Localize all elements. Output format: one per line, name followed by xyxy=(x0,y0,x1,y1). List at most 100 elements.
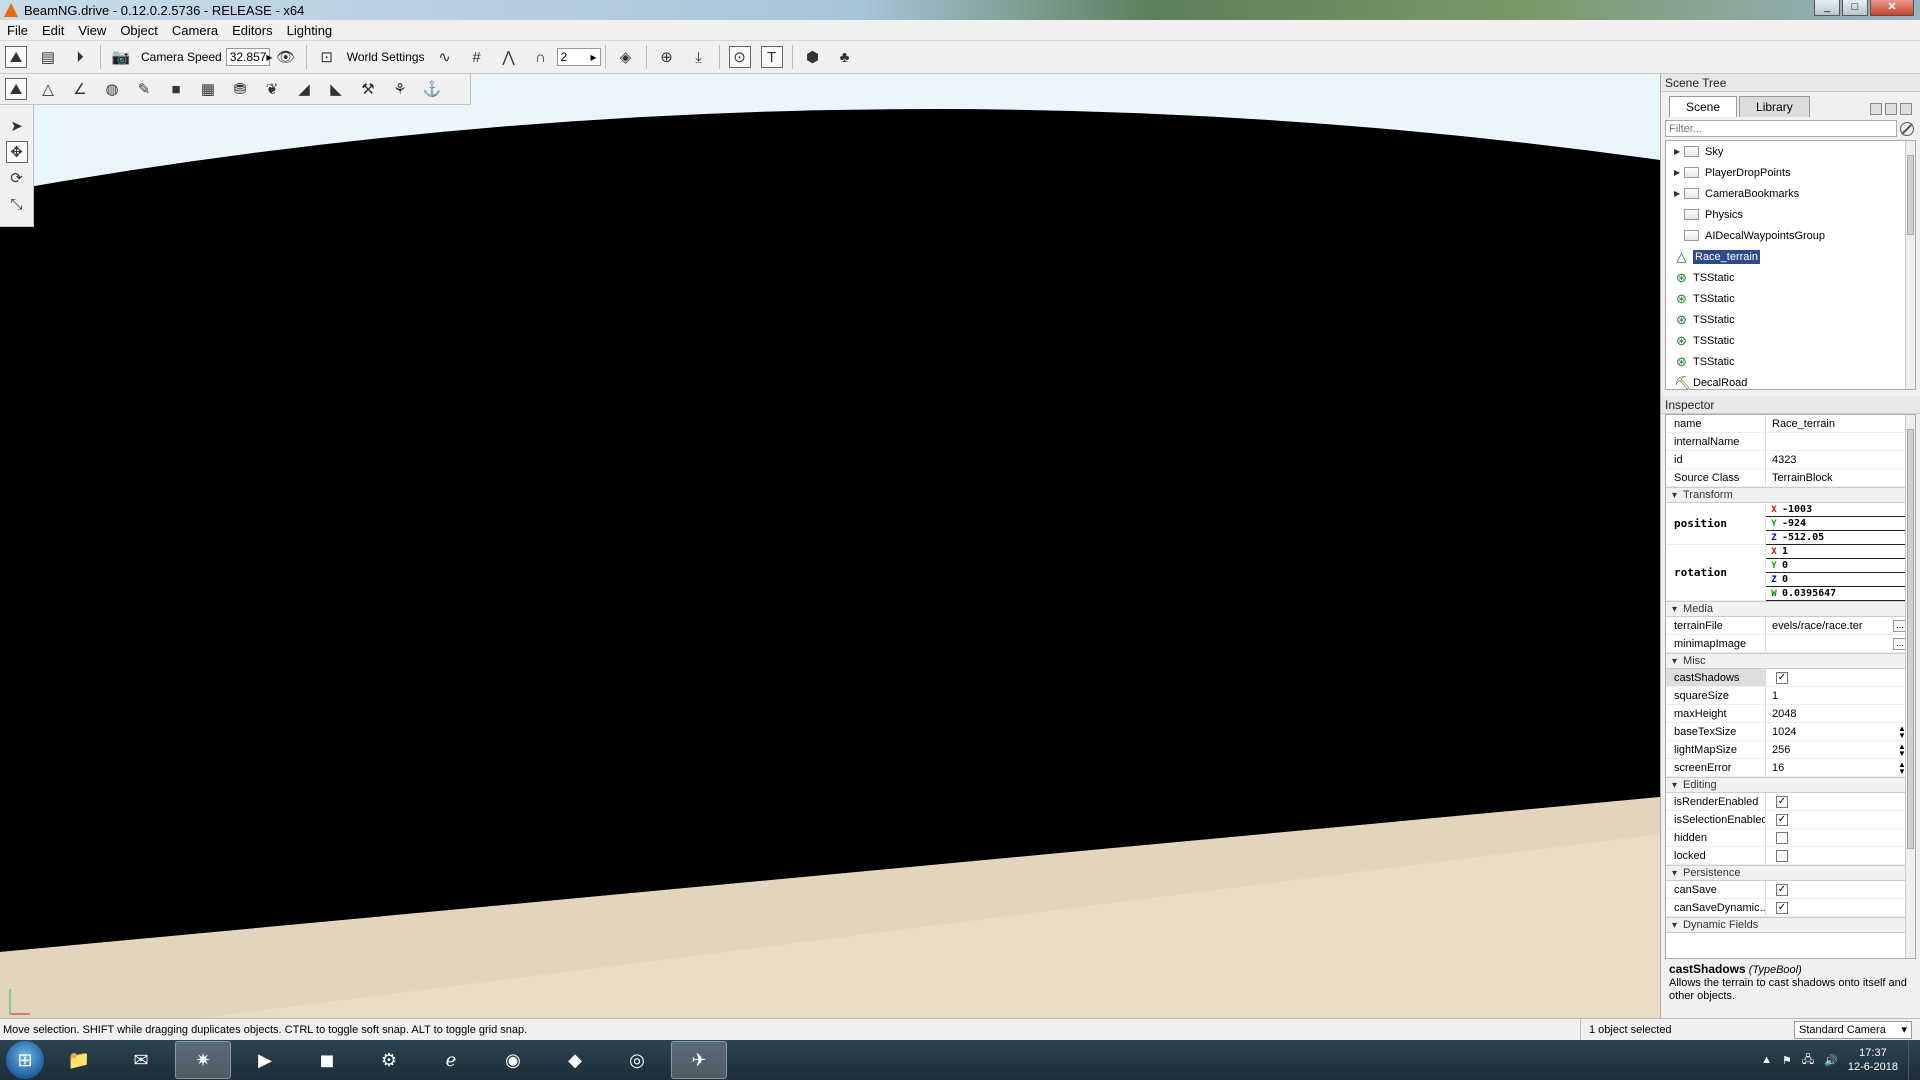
group-dynamic-fields[interactable]: Dynamic Fields xyxy=(1666,917,1915,933)
chrome-icon[interactable]: ◎ xyxy=(609,1041,665,1079)
grid-snap-icon[interactable]: # xyxy=(466,46,488,68)
basetexsize-input[interactable]: 1024 xyxy=(1772,726,1796,738)
tree-item-tsstatic[interactable]: ⊛ TSStatic xyxy=(1666,309,1915,330)
decal-editor-icon[interactable]: ⛃ xyxy=(229,78,251,100)
text-label-icon[interactable]: T xyxy=(760,46,783,68)
minimize-button[interactable]: _ xyxy=(1814,0,1840,16)
file-explorer-icon[interactable]: 📁 xyxy=(51,1041,107,1079)
filter-input[interactable] xyxy=(1665,120,1897,137)
network-icon[interactable]: 🖧 xyxy=(1802,1051,1814,1070)
maxheight-input[interactable]: 2048 xyxy=(1766,708,1915,720)
prefab-icon[interactable]: ⬢ xyxy=(802,46,824,68)
scroll-thumb[interactable] xyxy=(1907,155,1914,235)
select-arrow-icon[interactable]: ➤ xyxy=(6,115,28,137)
lightmapsize-input[interactable]: 256 xyxy=(1772,744,1790,756)
expand-arrow-icon[interactable]: ▶ xyxy=(1674,168,1684,177)
hidden-checkbox[interactable] xyxy=(1776,831,1788,844)
decal-road-icon[interactable]: ⚒ xyxy=(357,78,379,100)
tree-item-tsstatic[interactable]: ⊛ TSStatic xyxy=(1666,267,1915,288)
path-editor-icon[interactable]: ▦ xyxy=(197,78,219,100)
world-editor-icon[interactable]: ⛰ xyxy=(5,46,27,68)
river-editor-icon[interactable]: ◣ xyxy=(325,78,347,100)
sketch-tool-icon[interactable]: ✎ xyxy=(133,78,155,100)
tree-item-aidecalwaypointsgroup[interactable]: AIDecalWaypointsGroup xyxy=(1666,225,1915,246)
steam-icon[interactable]: ⚙ xyxy=(361,1041,417,1079)
tree-scrollbar[interactable] xyxy=(1905,141,1915,389)
rotation-x-input[interactable]: 1 xyxy=(1782,546,1788,557)
object-center-icon[interactable]: ◈ xyxy=(615,46,637,68)
locked-checkbox[interactable] xyxy=(1776,849,1788,862)
terrain-editor-icon[interactable]: △ xyxy=(37,78,59,100)
tab-library[interactable]: Library xyxy=(1739,96,1810,117)
field-name-value[interactable]: Race_terrain xyxy=(1766,418,1915,430)
visibility-eye-icon[interactable]: 👁 xyxy=(275,46,297,68)
group-misc[interactable]: Misc xyxy=(1666,653,1915,669)
menu-edit[interactable]: Edit xyxy=(35,23,71,38)
3d-viewport[interactable] xyxy=(0,74,1660,1018)
tree-item-tsstatic[interactable]: ⊛ TSStatic xyxy=(1666,288,1915,309)
isrenderenabled-checkbox[interactable]: ✓ xyxy=(1776,795,1788,808)
camera-icon[interactable]: 📷 xyxy=(110,46,132,68)
menu-editors[interactable]: Editors xyxy=(225,23,279,38)
world-settings-button[interactable]: World Settings xyxy=(347,50,425,64)
menu-file[interactable]: File xyxy=(0,23,35,38)
tree-item-decalroad[interactable]: ⛏ DecalRoad xyxy=(1666,372,1915,389)
gui-editor-icon[interactable]: ▤ xyxy=(37,46,59,68)
tree-item-race-terrain[interactable]: △ Race_terrain xyxy=(1666,246,1915,267)
world-origin-icon[interactable]: ⊕ xyxy=(656,46,678,68)
lock-icon[interactable] xyxy=(1870,103,1882,115)
magnet-icon[interactable]: ∩ xyxy=(530,46,552,68)
group-transform[interactable]: Transform xyxy=(1666,487,1915,503)
tree-item-camerabookmarks[interactable]: ▶ CameraBookmarks xyxy=(1666,183,1915,204)
group-editing[interactable]: Editing xyxy=(1666,777,1915,793)
cansavedynamic-checkbox[interactable]: ✓ xyxy=(1776,901,1788,914)
isselectionenabled-checkbox[interactable]: ✓ xyxy=(1776,813,1788,826)
snap-bounds-icon[interactable]: ⋀ xyxy=(498,46,520,68)
move-tool-icon[interactable]: ✥ xyxy=(5,141,28,163)
firefox-icon[interactable]: ◉ xyxy=(485,1041,541,1079)
torque-editor-icon[interactable]: ✈ xyxy=(671,1041,727,1079)
menu-view[interactable]: View xyxy=(71,23,113,38)
screenerror-input[interactable]: 16 xyxy=(1772,762,1784,774)
mesh-road-icon[interactable]: ◢ xyxy=(293,78,315,100)
position-x-input[interactable]: -1003 xyxy=(1782,504,1812,515)
menu-camera[interactable]: Camera xyxy=(165,23,225,38)
minecraft-icon[interactable]: ◼ xyxy=(299,1041,355,1079)
volume-icon[interactable]: 🔊 xyxy=(1824,1054,1838,1067)
terrainfile-value[interactable]: evels/race/race.ter xyxy=(1772,620,1862,632)
camera-mode-select[interactable]: Standard Camera ▾ xyxy=(1794,1020,1912,1039)
media-player-icon[interactable]: ▶ xyxy=(237,1041,293,1079)
tree-item-physics[interactable]: Physics xyxy=(1666,204,1915,225)
material-editor-icon[interactable]: ◍ xyxy=(101,78,123,100)
close-button[interactable]: ✕ xyxy=(1870,0,1914,16)
expand-arrow-icon[interactable]: ▶ xyxy=(1674,147,1684,156)
tab-scene[interactable]: Scene xyxy=(1669,96,1738,117)
forest-icon[interactable]: ♣ xyxy=(834,46,856,68)
shape-editor-icon[interactable]: ⚓ xyxy=(421,78,443,100)
play-icon[interactable]: ⏵ xyxy=(69,46,91,68)
scale-tool-icon[interactable]: ⤡ xyxy=(6,193,28,215)
group-media[interactable]: Media xyxy=(1666,601,1915,617)
expand-arrow-icon[interactable]: ▶ xyxy=(1674,189,1684,198)
menu-object[interactable]: Object xyxy=(113,23,165,38)
outlook-icon[interactable]: ✉ xyxy=(113,1041,169,1079)
position-y-input[interactable]: -924 xyxy=(1782,518,1806,529)
squaresize-input[interactable]: 1 xyxy=(1766,690,1915,702)
forest-editor-icon[interactable]: ❦ xyxy=(261,78,283,100)
maximize-button[interactable]: □ xyxy=(1842,0,1868,16)
clear-filter-icon[interactable] xyxy=(1900,121,1914,136)
tree-item-sky[interactable]: ▶ Sky xyxy=(1666,141,1915,162)
object-editor-icon[interactable]: ⛰ xyxy=(5,78,27,100)
start-button[interactable]: ⊞ xyxy=(6,1041,44,1079)
position-z-input[interactable]: -512.05 xyxy=(1782,532,1824,543)
rotation-z-input[interactable]: 0 xyxy=(1782,574,1788,585)
rotation-w-input[interactable]: 0.0395647 xyxy=(1782,588,1836,599)
show-desktop-button[interactable] xyxy=(1908,1040,1920,1080)
fit-view-icon[interactable]: ⊡ xyxy=(316,46,338,68)
castshadows-checkbox[interactable]: ✓ xyxy=(1776,671,1788,684)
rotate-tool-icon[interactable]: ⟳ xyxy=(6,167,28,189)
delete-icon[interactable] xyxy=(1900,103,1912,115)
datablock-editor-icon[interactable]: ■ xyxy=(165,78,187,100)
terrain-painter-icon[interactable]: ∠ xyxy=(69,78,91,100)
grid-size-input[interactable]: 2 ▸ xyxy=(556,48,601,66)
